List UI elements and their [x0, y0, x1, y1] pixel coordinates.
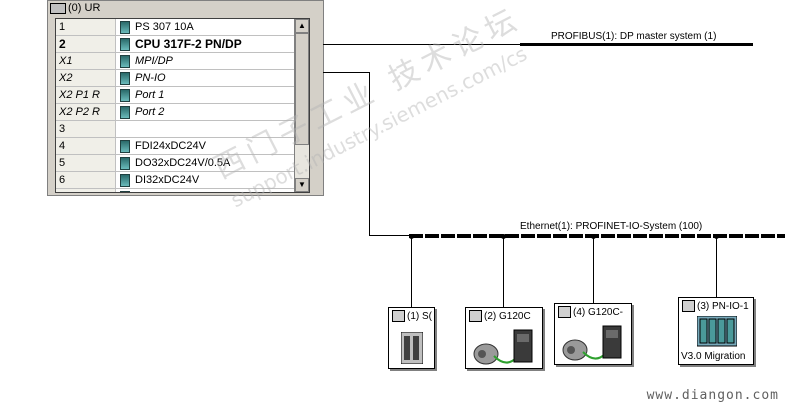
module-name: Port 1	[135, 89, 165, 101]
device-label: (1) S(	[407, 310, 432, 322]
device-3-pn-io[interactable]: (3) PN-IO-1 V3.0 Migration	[678, 297, 754, 365]
slot-label: 6	[56, 172, 116, 188]
rack-row[interactable]: 2 CPU 317F-2 PN/DP	[56, 36, 309, 53]
rack-row[interactable]: X2 P1 R Port 1	[56, 87, 309, 104]
pc-rack-icon	[697, 316, 737, 347]
slot-label: X2 P2 R	[56, 104, 116, 120]
profibus-line[interactable]	[520, 43, 753, 46]
slot-label: 5	[56, 155, 116, 171]
slot-label: X2	[56, 70, 116, 86]
module-icon	[120, 71, 130, 85]
module-icon	[120, 20, 130, 34]
module-icon	[120, 173, 130, 187]
slot-label: 1	[56, 19, 116, 35]
profibus-label: PROFIBUS(1): DP master system (1)	[551, 31, 717, 42]
module-icon	[120, 37, 130, 51]
io-module-icon	[401, 332, 423, 364]
module-name: CPU 317F-2 PN/DP	[135, 37, 242, 51]
drop-line-3	[716, 237, 717, 297]
pc-station-icon	[682, 300, 695, 312]
module-icon	[120, 190, 130, 192]
slot-label: 7	[56, 189, 116, 192]
ethernet-line[interactable]	[409, 234, 785, 238]
slot-label: 3	[56, 121, 116, 137]
scroll-up-icon[interactable]: ▲	[295, 19, 309, 33]
rack-row[interactable]: X2 PN-IO	[56, 70, 309, 87]
device-label: (4) G120C-	[573, 306, 624, 318]
drop-line-1	[411, 237, 412, 307]
slot-label: 4	[56, 138, 116, 154]
slot-label: X1	[56, 53, 116, 69]
drive-icon	[469, 310, 482, 322]
device-2-g120c[interactable]: (2) G120C	[465, 307, 543, 369]
pn-connector-h2	[369, 235, 409, 236]
rack-title-text: (0) UR	[68, 2, 101, 14]
rack-title: (0) UR	[50, 1, 250, 15]
device-label: (3) PN-IO-1	[697, 300, 749, 312]
motor-drive-icon	[562, 325, 622, 361]
io-station-icon	[392, 310, 405, 322]
module-icon	[120, 123, 130, 136]
ethernet-label: Ethernet(1): PROFINET-IO-System (100)	[520, 221, 703, 232]
module-icon	[120, 88, 130, 102]
module-icon	[120, 139, 130, 153]
module-icon	[120, 156, 130, 170]
rack-icon	[50, 2, 66, 14]
drive-icon	[558, 306, 571, 318]
drop-line-2	[503, 237, 504, 307]
module-icon	[120, 54, 130, 68]
module-name: PS 307 10A	[135, 21, 194, 33]
drop-line-4	[593, 237, 594, 303]
device-4-g120c[interactable]: (4) G120C-	[554, 303, 632, 365]
device-label: (2) G120C	[484, 310, 531, 322]
rack-row[interactable]: X1 MPI/DP	[56, 53, 309, 70]
device-sublabel: V3.0 Migration	[681, 351, 746, 362]
motor-drive-icon	[473, 329, 533, 365]
rack-row[interactable]: 1 PS 307 10A	[56, 19, 309, 36]
module-name: PN-IO	[135, 72, 166, 84]
module-name: MPI/DP	[135, 55, 173, 67]
module-name: AI8x12Bit	[133, 191, 309, 192]
module-icon	[120, 105, 130, 119]
slot-label: 2	[56, 36, 116, 52]
footer-url: www.diangon.com	[646, 388, 779, 403]
device-1-station[interactable]: (1) S(	[388, 307, 435, 369]
slot-label: X2 P1 R	[56, 87, 116, 103]
